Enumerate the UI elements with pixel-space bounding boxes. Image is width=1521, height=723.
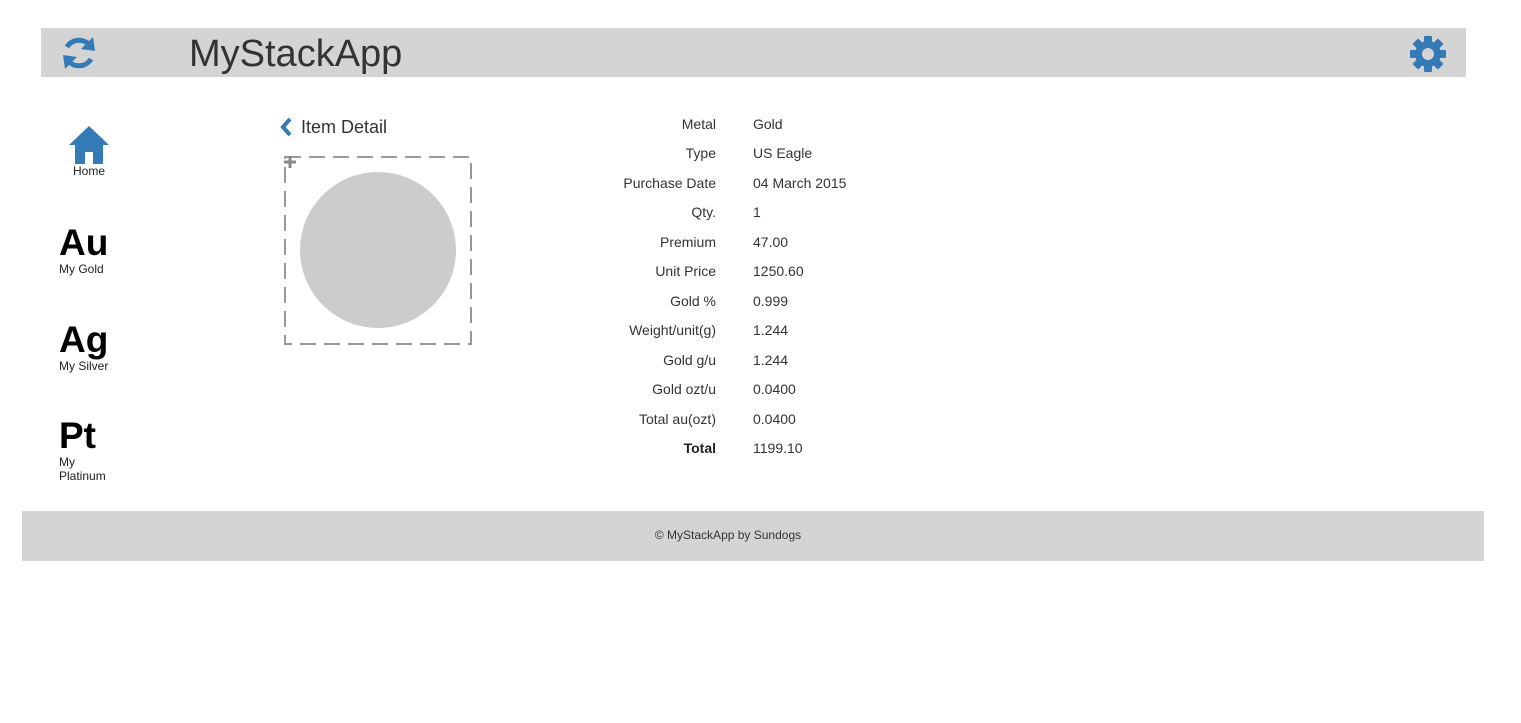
plus-icon[interactable]: [284, 156, 296, 168]
detail-label: Total: [683, 440, 716, 456]
detail-label: Total au(ozt): [638, 411, 716, 427]
detail-value: 04 March 2015: [753, 175, 847, 191]
detail-label: Unit Price: [655, 263, 716, 279]
detail-value: 0.999: [753, 293, 789, 309]
sidebar-item-gold[interactable]: Au My Gold: [59, 222, 109, 277]
sidebar-item-label: My Silver: [59, 359, 109, 373]
back-button[interactable]: Item Detail: [279, 116, 387, 138]
detail-row-qty: Qty. 1: [560, 202, 960, 222]
detail-row-type: Type US Eagle: [560, 143, 960, 163]
detail-value: 0.0400: [753, 381, 796, 397]
detail-label: Weight/unit(g): [629, 322, 716, 338]
home-icon: [69, 126, 109, 164]
app-footer: © MyStackApp by Sundogs: [22, 511, 1484, 561]
detail-label: Qty.: [691, 204, 716, 220]
detail-value: 1: [753, 204, 761, 220]
detail-label: Premium: [659, 234, 716, 250]
detail-label: Gold ozt/u: [652, 381, 716, 397]
detail-row-metal: Metal Gold: [560, 114, 960, 134]
detail-row-premium: Premium 47.00: [560, 232, 960, 252]
app-header: MyStackApp: [41, 28, 1466, 77]
app-title: MyStackApp: [189, 33, 403, 75]
sidebar-item-platinum[interactable]: Pt My Platinum: [59, 415, 106, 484]
detail-row-gold-percent: Gold % 0.999: [560, 291, 960, 311]
detail-value: 1.244: [753, 322, 789, 338]
detail-value: 47.00: [753, 234, 789, 250]
item-image-placeholder: [300, 172, 456, 328]
chevron-left-icon: [280, 117, 292, 137]
image-dashed-frame: [284, 156, 472, 345]
gear-icon: [1410, 36, 1446, 72]
sidebar-item-silver[interactable]: Ag My Silver: [59, 319, 109, 374]
sidebar-item-label: Home: [72, 164, 105, 178]
sidebar-item-home[interactable]: Home: [60, 124, 118, 178]
copyright-text: © MyStackApp by Sundogs: [654, 528, 802, 542]
detail-row-gold-oztu: Gold ozt/u 0.0400: [560, 379, 960, 399]
detail-label: Type: [685, 145, 716, 161]
detail-value: 0.0400: [753, 411, 796, 427]
detail-row-total-au: Total au(ozt) 0.0400: [560, 409, 960, 429]
detail-value: 1250.60: [753, 263, 804, 279]
detail-label: Gold g/u: [663, 352, 716, 368]
detail-value: US Eagle: [753, 145, 813, 161]
detail-row-purchase-date: Purchase Date 04 March 2015: [560, 173, 960, 193]
refresh-icon: [63, 37, 95, 69]
detail-row-weight-unit: Weight/unit(g) 1.244: [560, 320, 960, 340]
page-title: Item Detail: [301, 116, 388, 137]
detail-label: Gold %: [670, 293, 716, 309]
detail-row-unit-price: Unit Price 1250.60: [560, 261, 960, 281]
element-symbol: Ag: [59, 319, 109, 360]
detail-row-total: Total 1199.10: [560, 438, 960, 458]
detail-row-gold-gu: Gold g/u 1.244: [560, 350, 960, 370]
detail-value: Gold: [753, 116, 783, 132]
sidebar-item-label: My Platinum: [59, 455, 106, 483]
detail-value: 1199.10: [753, 440, 803, 456]
element-symbol: Au: [59, 222, 109, 263]
sidebar-item-label: My Gold: [59, 262, 104, 276]
detail-label: Purchase Date: [623, 175, 716, 191]
element-symbol: Pt: [59, 415, 96, 456]
detail-label: Metal: [681, 116, 716, 132]
settings-button[interactable]: [1408, 34, 1448, 74]
refresh-button[interactable]: [59, 33, 99, 73]
detail-value: 1.244: [753, 352, 789, 368]
item-image-upload[interactable]: [284, 156, 472, 345]
